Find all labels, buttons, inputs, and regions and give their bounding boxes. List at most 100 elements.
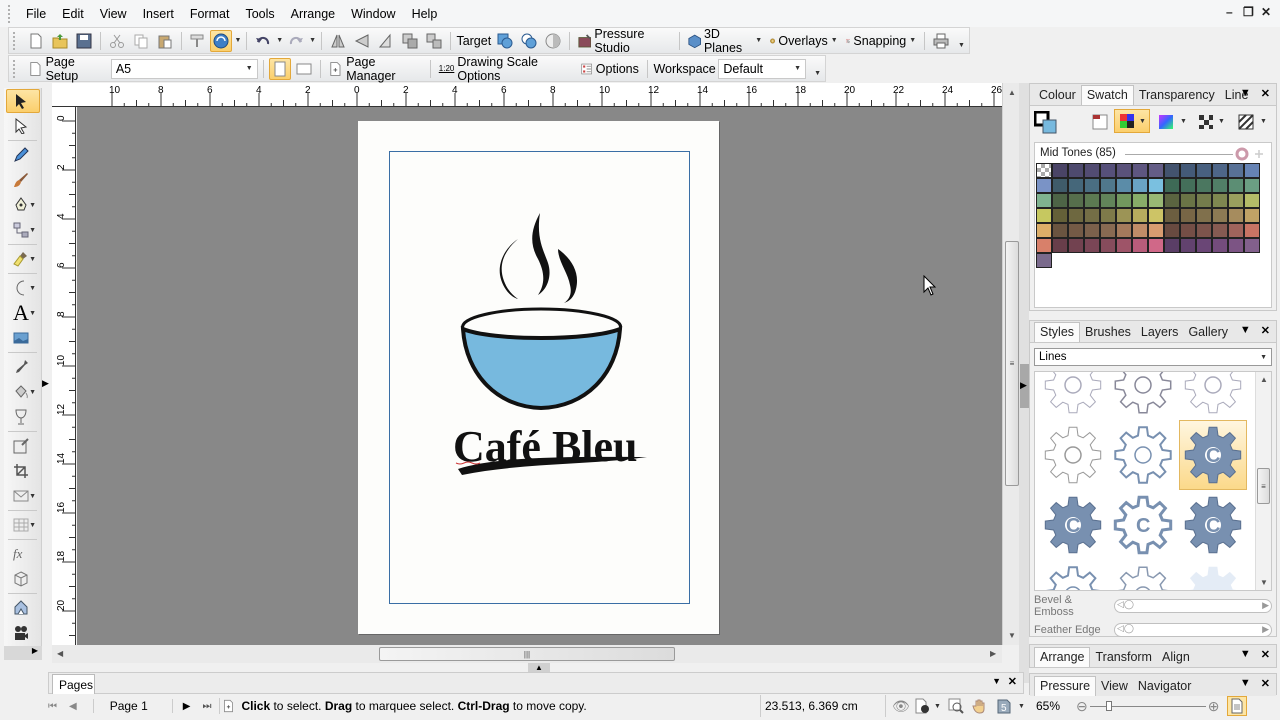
scroll-up-arrow[interactable]: ▲ <box>1260 375 1268 384</box>
cafe-logo[interactable]: Café Bleu <box>440 205 670 480</box>
color-swatch[interactable] <box>1100 193 1116 208</box>
hatch-icon[interactable] <box>1238 114 1254 130</box>
add-color-icon[interactable] <box>1235 147 1265 161</box>
shape-tool[interactable]: ▼ <box>6 276 40 300</box>
panel-menu-icon[interactable]: ▼ <box>1240 87 1251 100</box>
style-preset[interactable] <box>1039 372 1107 420</box>
tab-brushes[interactable]: Brushes <box>1080 323 1136 342</box>
tab-colour[interactable]: Colour <box>1034 86 1081 105</box>
color-swatch[interactable] <box>1036 238 1052 253</box>
new-button[interactable] <box>25 30 47 52</box>
toolbar-overflow-icon[interactable]: ▼ <box>814 70 821 77</box>
zoom-in-icon[interactable]: ⊕ <box>1208 698 1220 715</box>
color-swatch[interactable] <box>1132 223 1148 238</box>
target-intersect-button[interactable] <box>518 30 540 52</box>
panel-menu-icon[interactable]: ▼ <box>1240 648 1251 661</box>
print-button[interactable] <box>930 30 952 52</box>
feather-edge-slider[interactable]: ◁◯ ▶ <box>1114 623 1272 637</box>
color-swatch[interactable] <box>1052 193 1068 208</box>
color-swatch[interactable] <box>1084 178 1100 193</box>
minimize-button[interactable]: – <box>1226 5 1233 19</box>
flip-horizontal-button[interactable] <box>327 30 349 52</box>
open-button[interactable] <box>49 30 71 52</box>
flip-vertical-button[interactable] <box>351 30 373 52</box>
scroll-left-arrow[interactable]: ◀ <box>57 649 63 658</box>
camera-tool[interactable] <box>6 621 40 645</box>
pattern-icon[interactable] <box>1198 114 1214 130</box>
group-button[interactable] <box>399 30 421 52</box>
menu-help[interactable]: Help <box>404 7 446 21</box>
color-swatch[interactable] <box>1164 238 1180 253</box>
fill-outline-color-icon[interactable] <box>1034 111 1058 135</box>
color-swatch[interactable] <box>1052 238 1068 253</box>
color-swatch[interactable] <box>1164 163 1180 178</box>
page-indicator[interactable]: Page 1 <box>92 699 173 713</box>
color-swatch[interactable] <box>1132 178 1148 193</box>
first-page-button[interactable]: ⏮ <box>48 701 57 712</box>
color-swatch[interactable] <box>1244 238 1260 253</box>
color-swatch[interactable] <box>1164 223 1180 238</box>
save-button[interactable] <box>73 30 95 52</box>
rotate-button[interactable] <box>375 30 397 52</box>
palette-button[interactable]: ▼ <box>1114 109 1150 133</box>
color-swatch[interactable] <box>1228 208 1244 223</box>
color-swatch[interactable] <box>1180 178 1196 193</box>
zoom-slider-thumb[interactable] <box>1106 701 1113 711</box>
horizontal-scroll-thumb[interactable]: ||| <box>379 647 675 661</box>
redo-button[interactable] <box>285 30 307 52</box>
connector-tool[interactable]: ▼ <box>6 218 40 242</box>
style-preset[interactable]: C <box>1109 490 1177 560</box>
color-swatch[interactable] <box>1148 178 1164 193</box>
fit-page-button[interactable] <box>1227 696 1248 716</box>
color-swatch[interactable] <box>1212 238 1228 253</box>
cut-button[interactable] <box>106 30 128 52</box>
style-preset[interactable] <box>1179 560 1247 590</box>
color-swatch[interactable] <box>1228 238 1244 253</box>
style-preset[interactable] <box>1109 372 1177 420</box>
table-tool[interactable]: ▼ <box>6 513 40 537</box>
styles-scrollbar[interactable]: ▲ ≡ ▼ <box>1255 372 1271 590</box>
eyedropper-tool[interactable] <box>6 355 40 379</box>
menu-tools[interactable]: Tools <box>237 7 282 21</box>
pen-tool[interactable]: ▼ <box>6 193 40 217</box>
last-page-button[interactable]: ⏭ <box>202 701 211 712</box>
color-swatch[interactable] <box>1116 208 1132 223</box>
scroll-down-arrow[interactable]: ▼ <box>1008 631 1016 640</box>
color-swatch[interactable] <box>1068 163 1084 178</box>
panel-close-icon[interactable]: ✕ <box>1261 677 1270 690</box>
pages-tab[interactable]: Pages <box>52 674 95 694</box>
bevel-emboss-slider[interactable]: ◁◯ ▶ <box>1114 599 1272 613</box>
crop-tool[interactable] <box>6 459 40 483</box>
color-swatch[interactable] <box>1116 193 1132 208</box>
paint-tool[interactable]: ▼ <box>6 247 40 271</box>
landscape-button[interactable] <box>293 58 315 80</box>
brush-tool[interactable] <box>6 168 40 192</box>
color-swatch[interactable] <box>1052 163 1068 178</box>
pick-tool[interactable] <box>6 89 40 113</box>
color-swatch[interactable] <box>1068 178 1084 193</box>
color-swatch[interactable] <box>1116 223 1132 238</box>
panel-menu-icon[interactable]: ▼ <box>992 676 1001 686</box>
fill-tool[interactable]: ▼ <box>6 380 40 404</box>
snapping-button[interactable]: Snapping ▼ <box>843 30 919 52</box>
toolbar-grip[interactable] <box>13 59 17 78</box>
color-swatch[interactable] <box>1116 178 1132 193</box>
color-swatch[interactable] <box>1132 163 1148 178</box>
pressure-studio-button[interactable]: Pressure Studio <box>575 27 674 55</box>
menu-grip[interactable] <box>8 4 12 23</box>
color-swatch[interactable] <box>1244 193 1260 208</box>
pencil-tool[interactable] <box>6 143 40 167</box>
color-swatch[interactable] <box>1180 163 1196 178</box>
gradient-icon[interactable] <box>1158 114 1174 130</box>
scroll-down-arrow[interactable]: ▼ <box>1260 578 1268 587</box>
style-preset[interactable]: C <box>1039 490 1107 560</box>
color-swatch[interactable] <box>1132 193 1148 208</box>
style-category-select[interactable]: Lines ▼ <box>1034 348 1272 366</box>
styles-scroll-thumb[interactable]: ≡ <box>1257 468 1270 504</box>
color-swatch[interactable] <box>1068 208 1084 223</box>
color-swatch[interactable] <box>1196 178 1212 193</box>
paste-button[interactable] <box>154 30 176 52</box>
envelope-tool[interactable]: ▼ <box>6 484 40 508</box>
format-painter-button[interactable] <box>186 30 208 52</box>
chevron-down-icon[interactable]: ▼ <box>234 37 241 44</box>
